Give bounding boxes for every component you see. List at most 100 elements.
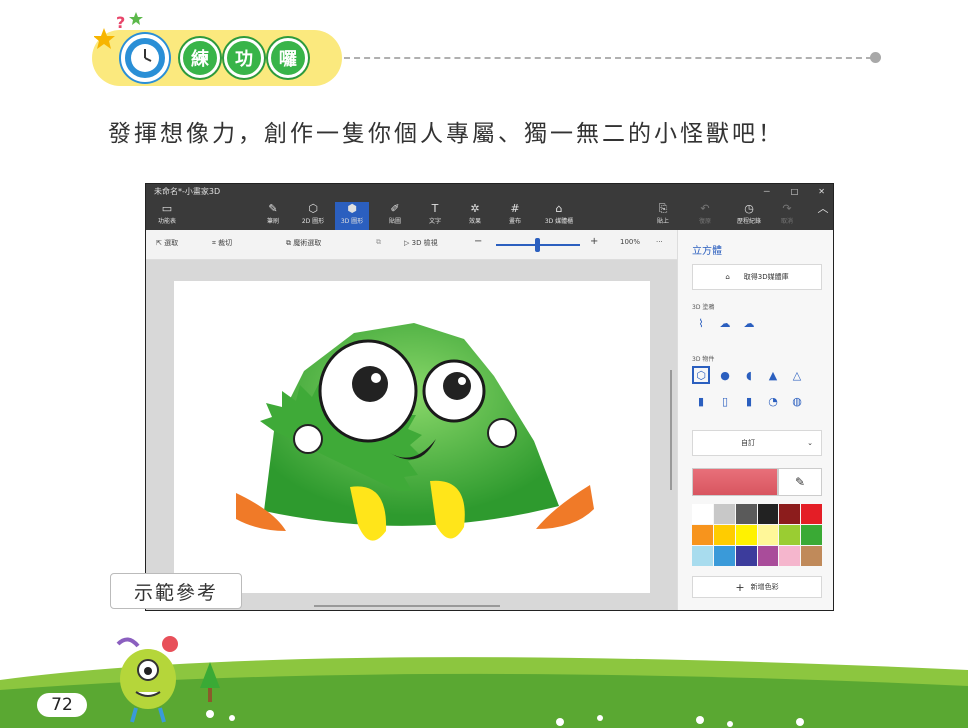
zoom-level: 100%: [620, 238, 641, 246]
brushes-tab[interactable]: ✎ 筆刷: [256, 202, 290, 230]
objects-section-label: 3D 物件: [692, 356, 715, 363]
cube-icon[interactable]: ⬡: [692, 366, 710, 384]
library-icon: ⌂: [555, 202, 563, 215]
sharp-doodle-icon[interactable]: ⌇: [692, 314, 710, 332]
palette-swatch[interactable]: [801, 525, 822, 545]
palette-swatch[interactable]: [801, 504, 822, 524]
text-tab[interactable]: T 文字: [418, 202, 452, 230]
zoom-out-button[interactable]: −: [474, 236, 482, 247]
stickers-tab[interactable]: ✐ 貼圖: [378, 202, 412, 230]
history-button[interactable]: ◷ 歷程紀錄: [728, 202, 770, 230]
palette-swatch[interactable]: [779, 504, 801, 524]
select-tool[interactable]: ⇱ 選取: [156, 238, 178, 248]
get-3d-library-button[interactable]: ⌂ 取得3D媒體庫: [692, 264, 822, 290]
effects-tab[interactable]: ✲ 效果: [458, 202, 492, 230]
undo-button[interactable]: ↶ 復原: [688, 202, 722, 230]
header-dot: [870, 52, 881, 63]
2d-shapes-tab[interactable]: ⬡ 2D 圖形: [296, 202, 330, 230]
palette-swatch[interactable]: [713, 525, 735, 545]
magic-select-tool[interactable]: ⧉ 魔術選取: [286, 238, 321, 248]
palette-swatch[interactable]: [757, 504, 779, 524]
close-button[interactable]: ✕: [818, 184, 825, 200]
palette-swatch[interactable]: [801, 546, 822, 566]
minimize-button[interactable]: －: [763, 184, 771, 200]
3d-view-toggle[interactable]: ▷ 3D 檢視: [404, 238, 438, 248]
undo-icon: ↶: [700, 202, 710, 215]
monster-mascot-icon: [116, 636, 178, 723]
palette-swatch[interactable]: [735, 525, 757, 545]
instruction-text: 發揮想像力，創作一隻你個人專屬、獨一無二的小怪獸吧！: [108, 121, 784, 147]
palette-swatch[interactable]: [757, 546, 779, 566]
crop-tool[interactable]: ⌗ 裁切: [212, 238, 232, 248]
tube-icon[interactable]: ▯: [716, 392, 734, 410]
2d-shapes-icon: ⬡: [308, 202, 318, 215]
header-chip-1: 練: [180, 38, 220, 78]
ribbon: ▭ 功能表 ✎ 筆刷 ⬡ 2D 圖形 ⬢ 3D 圖形 ✐ 貼圖 T 文字 ✲ 效果 # 畫布 ⌂…: [146, 200, 833, 230]
palette-swatch[interactable]: [779, 525, 801, 545]
maximize-button[interactable]: □: [791, 184, 799, 200]
soft-doodle-icon[interactable]: ☁: [716, 314, 734, 332]
tube-doodle-icon[interactable]: ☁: [740, 314, 758, 332]
canvas-tab[interactable]: # 畫布: [498, 202, 532, 230]
3d-library-tab[interactable]: ⌂ 3D 媒體櫃: [538, 202, 580, 230]
texture-dropdown[interactable]: 自訂 ⌄: [692, 430, 822, 456]
brush-icon: ✎: [268, 202, 278, 215]
effects-icon: ✲: [470, 202, 480, 215]
history-icon: ◷: [744, 202, 754, 215]
palette-swatch[interactable]: [692, 525, 713, 545]
header-chip-3: 囉: [268, 38, 308, 78]
paste-button[interactable]: ⎘ 貼上: [646, 202, 680, 230]
palette-swatch[interactable]: [692, 546, 713, 566]
chevron-down-icon: ⌄: [807, 439, 813, 447]
redo-icon: ↷: [782, 202, 792, 215]
palette-swatch[interactable]: [735, 504, 757, 524]
hemisphere-icon[interactable]: ◖: [740, 366, 758, 384]
tree-icon: [200, 662, 220, 702]
palette-swatch[interactable]: [779, 546, 801, 566]
eyedropper-icon[interactable]: ✎: [778, 468, 822, 496]
collapse-ribbon-button[interactable]: ︿: [806, 202, 833, 230]
menu-button[interactable]: ▭ 功能表: [150, 202, 184, 230]
more-button[interactable]: ···: [656, 238, 663, 246]
palette-swatch[interactable]: [735, 546, 757, 566]
pyramid-icon[interactable]: △: [788, 366, 806, 384]
doodle-section-label: 3D 塗鴉: [692, 304, 715, 311]
horizontal-scrollbar[interactable]: [314, 605, 500, 607]
current-color-swatch[interactable]: [692, 468, 778, 496]
redo-button[interactable]: ↷ 取消: [770, 202, 804, 230]
plus-icon: +: [735, 580, 745, 594]
cone-icon[interactable]: ▲: [764, 366, 782, 384]
drawing-canvas[interactable]: [174, 281, 650, 593]
zoom-in-button[interactable]: +: [590, 236, 598, 247]
donut-icon[interactable]: ◔: [764, 392, 782, 410]
color-palette: [692, 504, 822, 566]
zoom-slider-knob[interactable]: [535, 238, 540, 252]
page-number: 72: [37, 693, 87, 717]
canvas-area: [146, 260, 677, 610]
vertical-scrollbar[interactable]: [670, 370, 672, 490]
example-caption: 示範參考: [110, 573, 242, 609]
sphere-icon[interactable]: ●: [716, 366, 734, 384]
capsule-icon[interactable]: ▮: [740, 392, 758, 410]
sticker-icon: ✐: [390, 202, 400, 215]
palette-swatch[interactable]: [713, 546, 735, 566]
chevron-up-icon: ︿: [817, 202, 829, 215]
torus-icon[interactable]: ◍: [788, 392, 806, 410]
copy-icon[interactable]: ⧉: [376, 238, 381, 247]
paste-icon: ⎘: [658, 202, 668, 215]
menu-icon: ▭: [161, 202, 173, 215]
palette-swatch[interactable]: [757, 525, 779, 545]
text-icon: T: [431, 202, 439, 215]
cube-icon: ⬢: [347, 202, 357, 215]
palette-swatch[interactable]: [713, 504, 735, 524]
svg-text:?: ?: [116, 13, 125, 32]
canvas-icon: #: [510, 202, 520, 215]
cylinder-icon[interactable]: ▮: [692, 392, 710, 410]
paint3d-window: 未命名*-小畫家3D － □ ✕ ▭ 功能表 ✎ 筆刷 ⬡ 2D 圖形 ⬢ 3D 圖形 …: [145, 183, 834, 611]
panel-title: 立方體: [692, 246, 722, 257]
green-monster-image: [236, 323, 594, 541]
add-color-button[interactable]: + 新增色彩: [692, 576, 822, 598]
3d-shapes-tab[interactable]: ⬢ 3D 圖形: [335, 202, 369, 230]
header-dotted-line: [344, 57, 872, 59]
palette-swatch[interactable]: [692, 504, 713, 524]
